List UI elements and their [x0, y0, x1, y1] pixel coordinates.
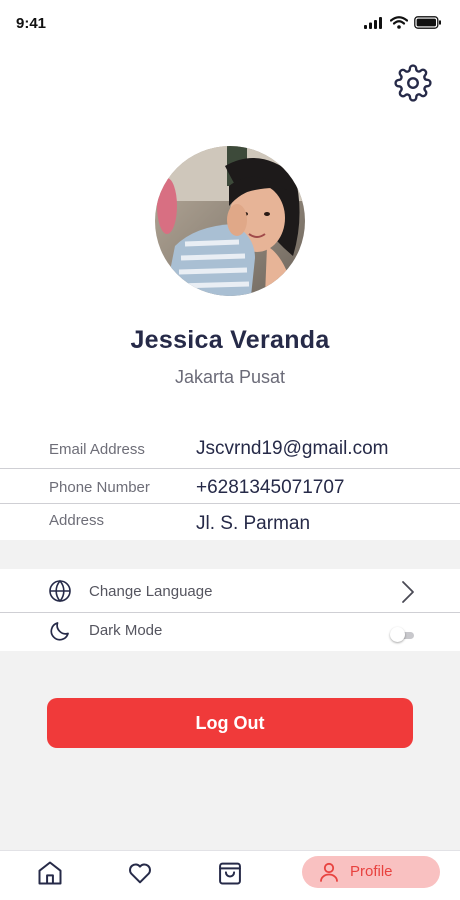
- nav-cart[interactable]: [216, 859, 244, 887]
- info-value[interactable]: Jl. S. Parman: [196, 513, 310, 535]
- user-icon: [320, 862, 338, 882]
- heart-icon: [129, 863, 151, 884]
- cellular-signal-icon: [364, 16, 382, 29]
- status-time: 9:41: [16, 15, 47, 32]
- bottom-nav: Profile: [0, 850, 460, 900]
- home-icon: [38, 861, 62, 885]
- wifi-icon: [390, 16, 408, 29]
- profile-name: Jessica Veranda: [130, 326, 330, 354]
- nav-favorites[interactable]: [126, 859, 154, 887]
- profile-photo: [155, 146, 305, 296]
- dark-mode-row: Dark Mode: [0, 613, 460, 651]
- info-label: Address: [49, 512, 105, 529]
- battery-icon: [414, 16, 441, 29]
- change-language-row[interactable]: Change Language: [0, 569, 460, 612]
- info-row-address: Address Jl. S. Parman: [0, 504, 460, 540]
- nav-profile[interactable]: Profile: [302, 856, 440, 888]
- info-label: Email Address: [49, 441, 145, 458]
- avatar[interactable]: [155, 146, 305, 296]
- globe-icon: [49, 579, 71, 603]
- info-row-email: Email Address Jscvrnd19@gmail.com: [0, 428, 460, 468]
- toggle-knob: [390, 627, 405, 642]
- dark-mode-label: Dark Mode: [89, 622, 163, 639]
- settings-button[interactable]: [394, 64, 432, 102]
- status-icons: [364, 16, 442, 29]
- info-value[interactable]: +6281345071707: [196, 477, 344, 499]
- change-language-label: Change Language: [89, 583, 213, 600]
- nav-home[interactable]: [36, 859, 64, 887]
- logout-button[interactable]: Log Out: [47, 698, 413, 748]
- info-row-phone: Phone Number +6281345071707: [0, 469, 460, 503]
- shopping-bag-icon: [219, 862, 241, 885]
- dark-mode-toggle[interactable]: [390, 627, 416, 643]
- status-bar: 9:41: [0, 0, 460, 48]
- chevron-right-icon: [402, 581, 414, 603]
- profile-header: Jessica Veranda Jakarta Pusat: [0, 48, 460, 428]
- profile-location: Jakarta Pusat: [174, 367, 286, 387]
- info-label: Phone Number: [49, 479, 150, 496]
- nav-profile-label: Profile: [350, 863, 393, 880]
- info-value[interactable]: Jscvrnd19@gmail.com: [196, 438, 388, 460]
- gear-icon: [394, 64, 432, 102]
- moon-icon: [50, 622, 69, 641]
